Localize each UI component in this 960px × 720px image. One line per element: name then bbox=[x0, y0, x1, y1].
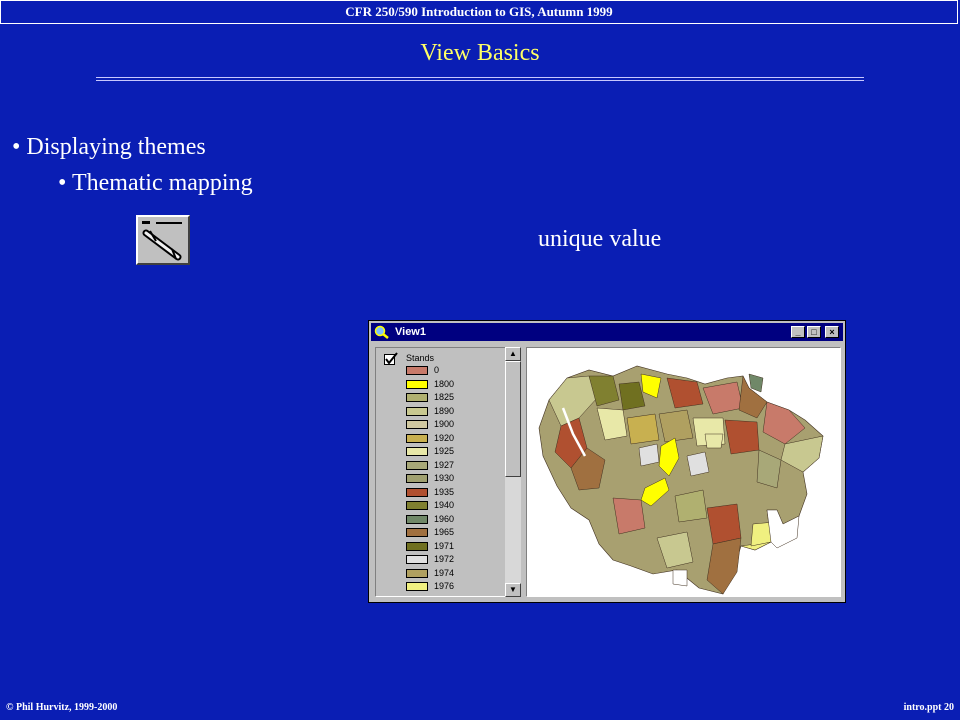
legend-item: 1971 bbox=[406, 540, 519, 553]
map-region bbox=[724, 419, 760, 455]
maximize-button[interactable]: □ bbox=[807, 326, 821, 338]
legend-swatch bbox=[406, 568, 428, 578]
legend-swatch bbox=[406, 528, 428, 537]
legend-item: 1940 bbox=[406, 500, 519, 512]
legend-swatch bbox=[406, 501, 428, 510]
legend-item: 1825 bbox=[406, 392, 519, 404]
map-region bbox=[658, 409, 694, 443]
slide-title: View Basics bbox=[420, 40, 540, 66]
scroll-down-arrow-icon[interactable]: ▼ bbox=[505, 583, 521, 597]
map-region bbox=[626, 413, 660, 445]
window-titlebar[interactable]: View1 _ □ × bbox=[371, 323, 843, 341]
toc-scrollbar[interactable]: ▲ ▼ bbox=[505, 347, 521, 597]
bullet-text: Displaying themes bbox=[26, 134, 206, 160]
legend-label: 1965 bbox=[434, 527, 455, 537]
window-title: View1 bbox=[395, 326, 426, 338]
legend-swatch bbox=[406, 420, 428, 429]
stands-map[interactable] bbox=[527, 348, 840, 596]
legend-swatch bbox=[406, 487, 428, 497]
legend-label: 1972 bbox=[434, 554, 455, 564]
legend-swatch bbox=[406, 541, 428, 551]
legend-label: 1974 bbox=[434, 567, 455, 578]
footer-copyright: © Phil Hurvitz, 1999-2000 bbox=[6, 702, 118, 713]
title-rule bbox=[96, 77, 864, 78]
legend-item: 1800 bbox=[406, 378, 519, 391]
legend-label: 0 bbox=[434, 365, 440, 375]
legend-item: 1935 bbox=[406, 486, 519, 499]
legend-label: 1925 bbox=[434, 446, 455, 456]
bullet-thematic-mapping: • Thematic mapping bbox=[58, 170, 253, 196]
scroll-up-arrow-icon[interactable]: ▲ bbox=[505, 347, 521, 361]
legend-label: 1927 bbox=[434, 459, 455, 470]
legend-swatch bbox=[406, 555, 428, 564]
legend-label: 1971 bbox=[434, 540, 455, 551]
legend-label: 1825 bbox=[434, 392, 455, 402]
legend-item: 1930 bbox=[406, 473, 519, 485]
legend-swatch bbox=[406, 393, 428, 402]
legend-item: 1900 bbox=[406, 419, 519, 431]
legend-item: 1920 bbox=[406, 432, 519, 445]
map-region bbox=[686, 451, 710, 477]
legend-swatch bbox=[406, 406, 428, 416]
legend-swatch bbox=[406, 582, 428, 591]
legend-label: 1890 bbox=[434, 405, 455, 416]
close-button[interactable]: × bbox=[825, 326, 839, 338]
minimize-button[interactable]: _ bbox=[791, 326, 805, 338]
bullet-text: Thematic mapping bbox=[71, 170, 253, 196]
legend-editor-icon[interactable] bbox=[136, 215, 190, 265]
legend-item: 1965 bbox=[406, 527, 519, 539]
legend-swatch bbox=[406, 433, 428, 443]
legend-label: 1900 bbox=[434, 419, 455, 429]
legend-item: 1974 bbox=[406, 567, 519, 580]
theme-visibility-checkbox[interactable] bbox=[384, 352, 398, 366]
legend-label: 1940 bbox=[434, 500, 455, 510]
map-region bbox=[638, 443, 660, 467]
legend-label: 1960 bbox=[434, 513, 455, 524]
magnifier-icon bbox=[374, 325, 389, 339]
map-region bbox=[704, 433, 724, 449]
legend-label: 1976 bbox=[434, 581, 455, 591]
legend-swatch bbox=[406, 366, 428, 375]
map-hole bbox=[672, 569, 688, 587]
legend-label: 1935 bbox=[434, 486, 455, 497]
table-of-contents[interactable]: Stands 0 1800 1825 1890 1900 1920 1925 1927 1930… bbox=[375, 347, 520, 597]
map-region bbox=[674, 489, 708, 523]
map-region bbox=[706, 503, 742, 545]
view1-window[interactable]: View1 _ □ × Stands 0 1800 1825 1890 1900 1920… bbox=[368, 320, 846, 603]
course-header: CFR 250/590 Introduction to GIS, Autumn … bbox=[0, 0, 958, 24]
legend-item: 1927 bbox=[406, 459, 519, 472]
legend-item: 1976 bbox=[406, 581, 519, 593]
legend-swatch bbox=[406, 447, 428, 456]
theme-name: Stands bbox=[406, 353, 435, 363]
legend-label: 1800 bbox=[434, 378, 455, 389]
title-rule-2 bbox=[96, 80, 864, 81]
legend-swatch bbox=[406, 460, 428, 470]
legend-swatch bbox=[406, 379, 428, 389]
legend-label: 1920 bbox=[434, 432, 455, 443]
legend-item: 1972 bbox=[406, 554, 519, 566]
legend-label: 1930 bbox=[434, 473, 455, 483]
legend-swatch bbox=[406, 514, 428, 524]
unique-value-label: unique value bbox=[538, 226, 662, 252]
legend-item: 1890 bbox=[406, 405, 519, 418]
scroll-thumb[interactable] bbox=[505, 361, 521, 477]
legend-item: 1925 bbox=[406, 446, 519, 458]
bullet-displaying-themes: • Displaying themes bbox=[12, 134, 206, 160]
legend-swatch bbox=[406, 474, 428, 483]
footer-slide-number: intro.ppt 20 bbox=[903, 702, 954, 713]
legend-item: 0 bbox=[406, 365, 519, 377]
legend-item: 1960 bbox=[406, 513, 519, 526]
map-display[interactable] bbox=[526, 347, 841, 597]
